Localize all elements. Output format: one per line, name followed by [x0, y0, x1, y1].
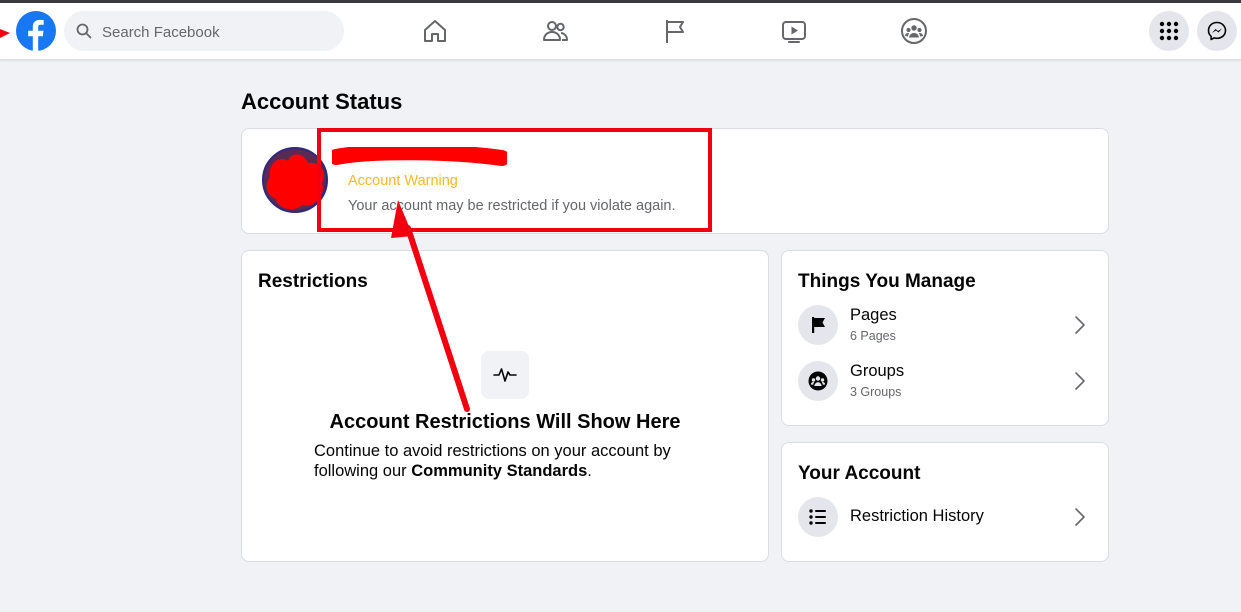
annotation-highlight-box	[317, 128, 712, 232]
manage-row-groups[interactable]: Groups 3 Groups	[782, 357, 1108, 405]
chevron-right-icon	[1075, 316, 1085, 334]
restriction-history-label: Restriction History	[850, 507, 984, 525]
empty-state-title: Account Restrictions Will Show Here	[329, 411, 681, 433]
messenger-button[interactable]	[1197, 11, 1237, 51]
row-icon-circle	[798, 305, 838, 345]
facebook-logo-icon[interactable]	[16, 11, 56, 51]
tab-friends[interactable]	[499, 5, 611, 57]
chevron-right-icon	[1075, 508, 1085, 526]
sentence-period: .	[587, 462, 592, 480]
menu-button[interactable]	[1149, 11, 1189, 51]
groups-count: 3 Groups	[850, 385, 902, 399]
tab-watch[interactable]	[738, 5, 850, 57]
groups-icon	[901, 18, 927, 44]
restrictions-heading: Restrictions	[258, 271, 368, 292]
video-icon	[782, 21, 806, 43]
flag-icon	[666, 20, 684, 43]
tab-groups[interactable]	[858, 5, 970, 57]
groups-icon	[808, 371, 828, 391]
list-icon	[809, 509, 826, 525]
pages-label: Pages	[850, 306, 897, 324]
tab-pages[interactable]	[619, 5, 731, 57]
pages-count: 6 Pages	[850, 329, 896, 343]
manage-heading: Things You Manage	[798, 271, 976, 292]
search-icon	[76, 23, 92, 39]
grid-menu-icon	[1159, 21, 1179, 41]
tab-home[interactable]	[379, 5, 491, 57]
page-title: Account Status	[241, 89, 403, 114]
messenger-icon	[1207, 21, 1227, 41]
row-icon-circle	[798, 361, 838, 401]
empty-state-icon-container	[481, 351, 529, 399]
friends-icon	[543, 21, 568, 41]
activity-pulse-icon	[493, 368, 517, 382]
your-account-card: Your Account Restriction History	[781, 442, 1109, 562]
things-you-manage-card: Things You Manage Pages 6 Pages Groups 3…	[781, 250, 1109, 426]
home-icon	[424, 20, 446, 42]
search-input[interactable]	[100, 11, 334, 53]
account-row-restriction-history[interactable]: Restriction History	[782, 493, 1108, 541]
groups-label: Groups	[850, 362, 905, 380]
row-icon-circle	[798, 497, 838, 537]
restrictions-card: Restrictions Account Restrictions Will S…	[241, 250, 769, 562]
community-standards-link[interactable]: Community Standards	[411, 462, 587, 480]
flag-icon	[812, 317, 825, 333]
top-navbar	[0, 3, 1241, 60]
chevron-right-icon	[1075, 372, 1085, 390]
manage-row-pages[interactable]: Pages 6 Pages	[782, 301, 1108, 349]
empty-state-description: Continue to avoid restrictions on your a…	[314, 441, 714, 481]
search-box[interactable]	[64, 11, 344, 53]
account-heading: Your Account	[798, 463, 921, 484]
